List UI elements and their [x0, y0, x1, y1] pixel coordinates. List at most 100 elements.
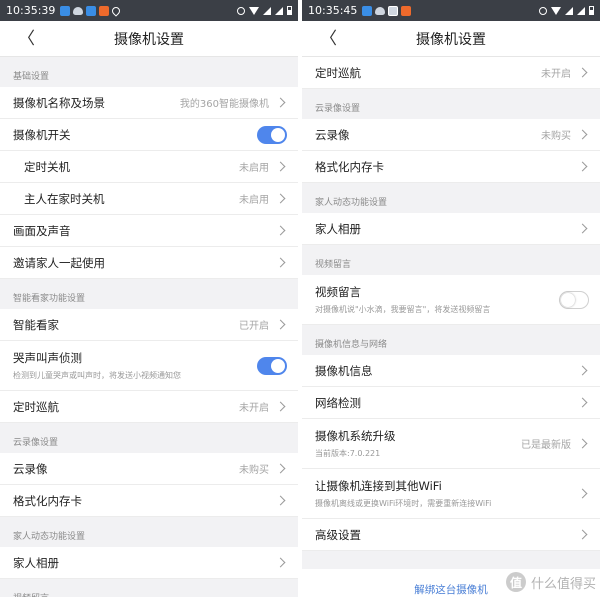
chevron-right-icon: [275, 193, 286, 204]
chevron-right-icon: [577, 223, 588, 234]
cloud-icon: [73, 6, 84, 15]
cry-detect-row: 哭声叫声侦测 检测到儿童哭声或叫声时，将发送小视频通知您: [0, 341, 298, 391]
camera-name-row[interactable]: 摄像机名称及场景 我的360智能摄像机: [0, 87, 298, 119]
status-time: 10:35:39: [6, 4, 56, 17]
home-off-row[interactable]: 主人在家时关机 未启用: [0, 183, 298, 215]
location-icon: [110, 4, 123, 17]
image-icon: [388, 5, 399, 16]
toggle-knob: [271, 358, 285, 373]
row-label: 网络检测: [315, 395, 361, 410]
wifi-icon: [551, 6, 561, 15]
patrol-row[interactable]: 定时巡航 未开启: [302, 57, 600, 89]
camera-info-row[interactable]: 摄像机信息: [302, 355, 600, 387]
family-album-row[interactable]: 家人相册: [302, 213, 600, 245]
picture-sound-row[interactable]: 画面及声音: [0, 215, 298, 247]
left-screen: 10:35:39 〈 摄像机设置 基础设置 摄像机名称及场景 我的360智能摄像…: [0, 0, 298, 597]
cloud-recording-row[interactable]: 云录像 未购买: [302, 119, 600, 151]
status-bar: 10:35:45: [302, 0, 600, 21]
row-value: 已是最新版: [521, 440, 571, 451]
section-header-family: 家人动态功能设置: [302, 183, 600, 213]
app-notification-icon: [60, 5, 71, 16]
row-description: 检测到儿童哭声或叫声时，将发送小视频通知您: [13, 371, 181, 380]
toggle-knob: [561, 292, 575, 307]
chevron-right-icon: [275, 225, 286, 236]
system-upgrade-row[interactable]: 摄像机系统升级 当前版本:7.0.221 已是最新版: [302, 419, 600, 469]
watermark-text: 什么值得买: [530, 576, 596, 592]
family-album-row[interactable]: 家人相册: [0, 547, 298, 579]
invite-family-row[interactable]: 邀请家人一起使用: [0, 247, 298, 279]
chevron-right-icon: [577, 129, 588, 140]
row-label: 家人相册: [315, 221, 361, 236]
chevron-right-icon: [577, 438, 588, 449]
camera-switch-toggle[interactable]: [257, 125, 287, 144]
row-label: 让摄像机连接到其他WiFi: [315, 479, 442, 493]
section-header-smart: 智能看家功能设置: [0, 279, 298, 309]
back-arrow-icon[interactable]: 〈: [320, 29, 338, 49]
row-description: 当前版本:7.0.221: [315, 449, 381, 458]
row-label: 云录像: [315, 127, 350, 142]
row-value: 未开启: [541, 69, 571, 80]
section-header-cloud: 云录像设置: [302, 89, 600, 119]
chevron-right-icon: [275, 161, 286, 172]
status-bar: 10:35:39: [0, 0, 298, 21]
alarm-icon: [237, 6, 245, 15]
advanced-settings-row[interactable]: 高级设置: [302, 519, 600, 551]
row-description: 摄像机离线或更换WiFi环境时，需要重新连接WiFi: [315, 499, 492, 508]
chevron-right-icon: [577, 488, 588, 499]
row-label: 智能看家: [13, 317, 59, 332]
row-value: 未启用: [239, 163, 269, 174]
back-arrow-icon[interactable]: 〈: [18, 29, 36, 49]
cloud-recording-row[interactable]: 云录像 未购买: [0, 453, 298, 485]
chevron-right-icon: [577, 161, 588, 172]
network-check-row[interactable]: 网络检测: [302, 387, 600, 419]
row-label: 云录像: [13, 461, 48, 476]
signal-icon: [275, 6, 283, 15]
chevron-right-icon: [577, 67, 588, 78]
row-label: 画面及声音: [13, 223, 71, 238]
camera-switch-row: 摄像机开关: [0, 119, 298, 151]
row-label: 摄像机名称及场景: [13, 95, 105, 110]
row-label: 摄像机开关: [13, 127, 71, 142]
status-time: 10:35:45: [308, 4, 358, 17]
watermark-badge: 值: [505, 572, 526, 592]
video-message-toggle[interactable]: [559, 290, 589, 309]
row-value: 未启用: [239, 195, 269, 206]
section-header-video-message: 视频留言: [0, 579, 298, 597]
page-title: 摄像机设置: [416, 31, 486, 48]
format-card-row[interactable]: 格式化内存卡: [302, 151, 600, 183]
patrol-row[interactable]: 定时巡航 未开启: [0, 391, 298, 423]
watermark: 值 什么值得买: [505, 572, 596, 592]
cloud-icon: [375, 6, 386, 15]
timed-off-row[interactable]: 定时关机 未启用: [0, 151, 298, 183]
section-header-family: 家人动态功能设置: [0, 517, 298, 547]
row-label: 摄像机系统升级: [315, 429, 396, 443]
row-label: 格式化内存卡: [315, 159, 384, 174]
chevron-right-icon: [577, 365, 588, 376]
app-notification-icon: [86, 5, 97, 16]
row-label: 邀请家人一起使用: [13, 255, 105, 270]
screenshot-composite: 10:35:39 〈 摄像机设置 基础设置 摄像机名称及场景 我的360智能摄像…: [0, 0, 600, 597]
smart-watch-row[interactable]: 智能看家 已开启: [0, 309, 298, 341]
chevron-right-icon: [275, 97, 286, 108]
page-title: 摄像机设置: [114, 31, 184, 48]
row-value: 未购买: [239, 465, 269, 476]
section-header-cloud: 云录像设置: [0, 423, 298, 453]
chevron-right-icon: [577, 529, 588, 540]
format-card-row[interactable]: 格式化内存卡: [0, 485, 298, 517]
signal-icon: [577, 6, 585, 15]
video-message-row: 视频留言 对摄像机说"小水滴，我要留言"，将发送视频留言: [302, 275, 600, 325]
battery-icon: [589, 6, 594, 15]
chevron-right-icon: [275, 319, 286, 330]
signal-icon: [565, 6, 573, 15]
row-value: 已开启: [239, 321, 269, 332]
cry-detect-toggle[interactable]: [257, 356, 287, 375]
row-description: 对摄像机说"小水滴，我要留言"，将发送视频留言: [315, 305, 491, 314]
section-header-basic: 基础设置: [0, 57, 298, 87]
section-header-info: 摄像机信息与网络: [302, 325, 600, 355]
right-screen: 10:35:45 〈 摄像机设置 定时巡航 未开启 云录像设置 云录像 未购买 …: [302, 0, 600, 597]
row-label: 格式化内存卡: [13, 493, 82, 508]
connect-wifi-row[interactable]: 让摄像机连接到其他WiFi 摄像机离线或更换WiFi环境时，需要重新连接WiFi: [302, 469, 600, 519]
chevron-right-icon: [275, 495, 286, 506]
row-label: 高级设置: [315, 527, 361, 542]
alarm-icon: [539, 6, 547, 15]
